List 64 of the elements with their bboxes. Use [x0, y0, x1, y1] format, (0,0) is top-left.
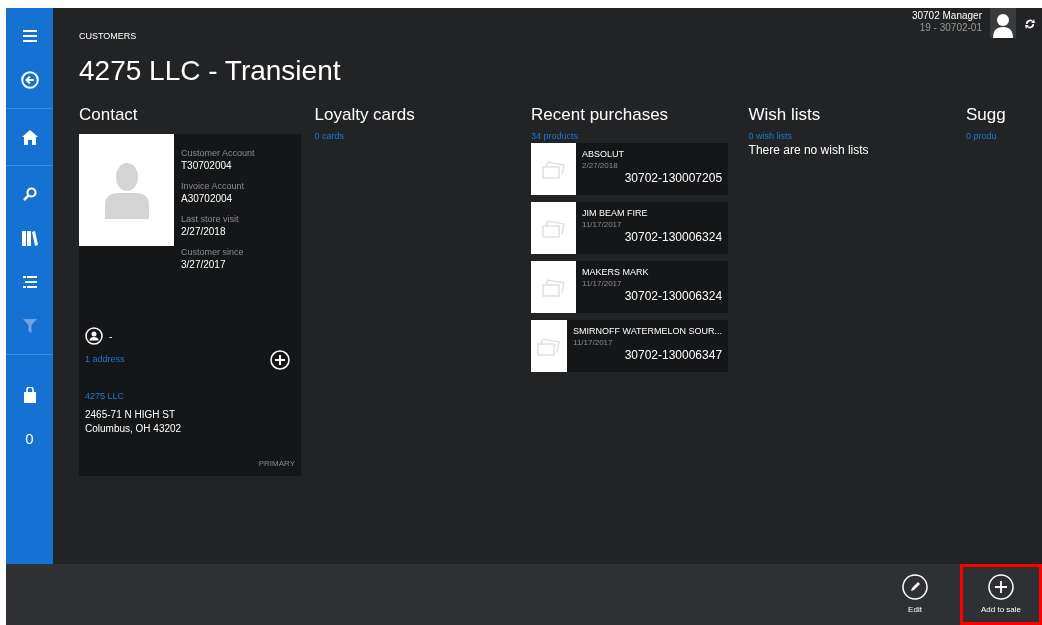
add-to-sale-button[interactable]: Add to sale	[960, 564, 1042, 625]
add-icon	[988, 573, 1014, 600]
purchase-date: 2/27/2018	[582, 160, 619, 171]
address-name[interactable]: 4275 LLC	[85, 390, 301, 402]
address-line: 2465-71 N HIGH ST	[85, 408, 177, 422]
bag-icon[interactable]	[23, 387, 36, 403]
field-value: T30702004	[181, 159, 233, 172]
empty-message: There are no wish lists	[748, 142, 870, 158]
section-heading: Contact	[79, 104, 139, 126]
search-icon[interactable]	[22, 187, 37, 201]
image-placeholder-icon	[541, 277, 566, 297]
register-id: 19 - 30702-01	[919, 22, 982, 34]
field-label: Invoice Account	[181, 180, 246, 192]
address-line: Columbus, OH 43202	[85, 422, 183, 436]
suggestions-count-link[interactable]: 0 produ	[966, 130, 1042, 142]
order-number: 30702-130006324	[624, 230, 723, 245]
product-name: JIM BEAM FIRE	[582, 207, 649, 219]
back-icon[interactable]	[20, 71, 39, 89]
field-label: Customer since	[181, 246, 245, 258]
image-placeholder-icon	[541, 218, 566, 238]
user-avatar[interactable]	[990, 8, 1016, 38]
field-value: 2/27/2018	[181, 225, 227, 238]
purchase-date: 11/17/2017	[573, 337, 614, 348]
section-heading: Loyalty cards	[314, 104, 416, 126]
purchase-item[interactable]: SMIRNOFF WATERMELON SOUR... 11/17/2017 30702-130006347	[531, 320, 729, 372]
purchase-date: 11/17/2017	[582, 219, 623, 230]
product-name: ABSOLUT	[582, 148, 626, 160]
sync-icon[interactable]	[1024, 18, 1036, 30]
breadcrumb: CUSTOMERS	[79, 30, 138, 42]
address-tag: PRIMARY	[258, 458, 295, 470]
field-label: Last store visit	[181, 213, 240, 225]
person-icon	[85, 327, 103, 345]
add-address-icon[interactable]	[270, 350, 290, 370]
purchase-date: 11/17/2017	[582, 278, 623, 289]
field-value: 3/27/2017	[181, 258, 227, 271]
section-heading: Wish lists	[748, 104, 822, 126]
home-icon[interactable]	[21, 129, 38, 145]
field-value: A30702004	[181, 192, 234, 205]
image-placeholder-icon	[541, 159, 566, 179]
purchase-item[interactable]: ABSOLUT 2/27/2018 30702-130007205	[531, 143, 729, 195]
edit-button[interactable]: Edit	[885, 564, 945, 625]
purchase-item[interactable]: JIM BEAM FIRE 11/17/2017 30702-130006324	[531, 202, 729, 254]
order-number: 30702-130007205	[624, 171, 723, 186]
field-label: Customer Account	[181, 147, 255, 159]
contact-name: -	[109, 329, 113, 344]
products-count-link[interactable]: 34 products	[531, 130, 749, 142]
wish-lists-count-link[interactable]: 0 wish lists	[748, 130, 967, 142]
product-name: SMIRNOFF WATERMELON SOUR...	[573, 325, 723, 337]
list-icon[interactable]	[22, 276, 37, 288]
order-number: 30702-130006347	[624, 348, 723, 363]
section-heading: Sugg	[966, 104, 1007, 126]
menu-icon[interactable]	[22, 30, 37, 42]
image-placeholder-icon	[537, 336, 562, 356]
edit-icon	[902, 573, 928, 600]
books-icon[interactable]	[21, 230, 38, 246]
order-number: 30702-130006324	[624, 289, 723, 304]
section-heading: Recent purchases	[531, 104, 670, 126]
address-count-link[interactable]: 1 address	[85, 353, 125, 367]
cards-count-link[interactable]: 0 cards	[314, 130, 532, 142]
product-name: MAKERS MARK	[582, 266, 650, 278]
user-name: 30702 Manager	[911, 10, 982, 22]
page-title: 4275 LLC - Transient	[79, 54, 342, 88]
purchase-item[interactable]: MAKERS MARK 11/17/2017 30702-130006324	[531, 261, 729, 313]
cart-count: 0	[25, 428, 34, 449]
